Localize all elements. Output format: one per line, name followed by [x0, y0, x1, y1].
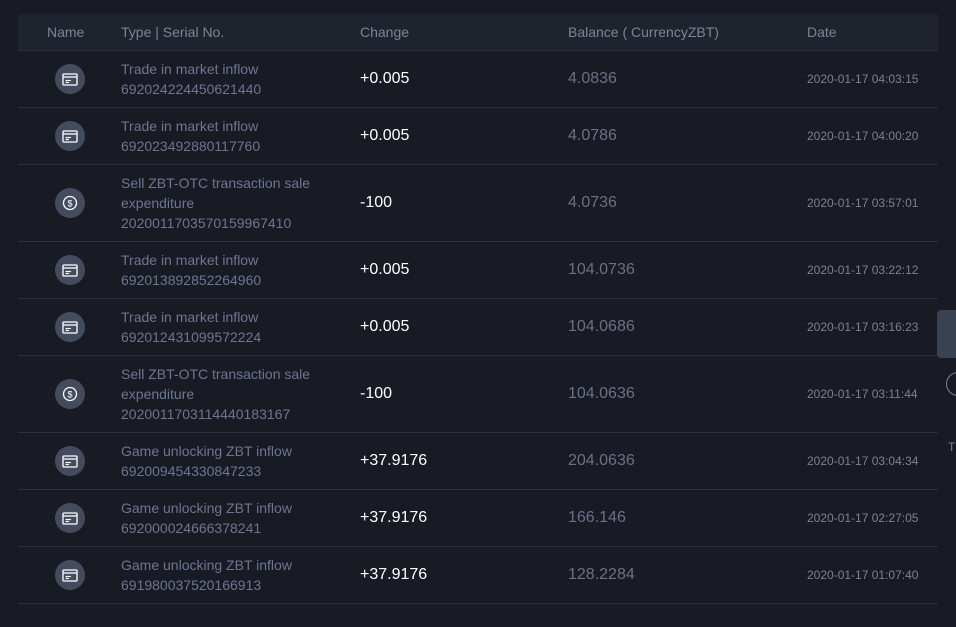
table-body: Trade in market inflow 692024224450621440…	[18, 51, 938, 604]
row-icon-cell	[18, 446, 121, 476]
row-serial: 692023492880117760	[121, 138, 261, 154]
card-icon	[54, 560, 85, 590]
row-type-label: Game unlocking ZBT inflow	[121, 500, 292, 516]
header-date: Date	[807, 24, 837, 40]
row-type-label: Trade in market inflow	[121, 309, 259, 325]
side-label: T	[948, 440, 956, 454]
row-type-cell: Game unlocking ZBT inflow 691980037520166…	[121, 555, 360, 595]
row-type-label: Trade in market inflow	[121, 61, 259, 77]
row-type-cell: Game unlocking ZBT inflow 692000024666378…	[121, 498, 360, 538]
row-change: +0.005	[360, 318, 410, 335]
row-serial: 692009454330847233	[121, 463, 262, 479]
row-icon-cell	[18, 503, 121, 533]
table-row: Trade in market inflow 692012431099572224…	[18, 299, 938, 356]
table-header: Name Type | Serial No. Change Balance ( …	[18, 14, 938, 51]
row-type-cell: Trade in market inflow 692023492880117760	[121, 116, 360, 156]
row-icon-cell	[18, 255, 121, 285]
row-balance: 4.0736	[568, 194, 617, 211]
table-row: Trade in market inflow 692023492880117760…	[18, 108, 938, 165]
row-date: 2020-01-17 03:22:12	[807, 263, 919, 277]
row-serial: 691980037520166913	[121, 577, 262, 593]
coin-icon: $	[54, 379, 85, 409]
row-icon-cell	[18, 64, 121, 94]
row-change: -100	[360, 385, 393, 402]
row-icon-cell: $	[18, 379, 121, 409]
card-icon	[54, 64, 85, 94]
header-balance: Balance ( CurrencyZBT)	[568, 24, 719, 40]
svg-text:$: $	[67, 389, 72, 399]
row-type-cell: Trade in market inflow 692024224450621440	[121, 59, 360, 99]
row-serial: 692012431099572224	[121, 329, 262, 345]
side-circle-icon[interactable]	[946, 372, 956, 396]
row-change: +37.9176	[360, 566, 428, 583]
row-change: +0.005	[360, 70, 410, 87]
row-serial: 202001170357015996741​0	[121, 215, 292, 231]
table-row: Game unlocking ZBT inflow 692000024666378…	[18, 490, 938, 547]
header-name: Name	[47, 24, 85, 40]
header-change: Change	[360, 24, 410, 40]
row-date: 2020-01-17 03:11:44	[807, 387, 918, 401]
table-row: Game unlocking ZBT inflow 691980037520166…	[18, 547, 938, 604]
row-type-label-cont: expenditure	[121, 386, 195, 402]
table-row: Game unlocking ZBT inflow 692009454330847…	[18, 433, 938, 490]
row-type-label: Sell ZBT-OTC transaction sale	[121, 175, 311, 191]
row-icon-cell	[18, 560, 121, 590]
row-serial: 692013892852264960	[121, 272, 262, 288]
row-type-label: Sell ZBT-OTC transaction sale	[121, 366, 311, 382]
row-balance: 128.2284	[568, 566, 635, 583]
row-change: +37.9176	[360, 509, 428, 526]
row-date: 2020-01-17 03:04:34	[807, 454, 919, 468]
table-row: Trade in market inflow 692024224450621440…	[18, 51, 938, 108]
side-float-button[interactable]	[937, 310, 956, 358]
coin-icon: $	[54, 188, 85, 218]
row-balance: 104.0636	[568, 385, 635, 402]
card-icon	[54, 446, 85, 476]
row-date: 2020-01-17 04:00:20	[807, 129, 919, 143]
card-icon	[54, 121, 85, 151]
svg-text:$: $	[67, 198, 72, 208]
card-icon	[54, 255, 85, 285]
row-type-label-cont: expenditure	[121, 195, 195, 211]
row-serial: 692000024666378241	[121, 520, 262, 536]
card-icon	[54, 503, 85, 533]
row-balance: 4.0786	[568, 127, 617, 144]
row-type-label: Trade in market inflow	[121, 252, 259, 268]
row-type-cell: Trade in market inflow 692012431099572224	[121, 307, 360, 347]
row-icon-cell: $	[18, 188, 121, 218]
table-row: Trade in market inflow 692013892852264960…	[18, 242, 938, 299]
row-date: 2020-01-17 01:07:40	[807, 568, 919, 582]
row-change: +0.005	[360, 261, 410, 278]
table-row: $ Sell ZBT-OTC transaction sale expenditur…	[18, 356, 938, 433]
row-change: +0.005	[360, 127, 410, 144]
row-type-label: Game unlocking ZBT inflow	[121, 557, 292, 573]
transaction-table: Name Type | Serial No. Change Balance ( …	[18, 14, 938, 604]
row-icon-cell	[18, 312, 121, 342]
row-balance: 104.0686	[568, 318, 635, 335]
row-date: 2020-01-17 03:57:01	[807, 196, 919, 210]
card-icon	[54, 312, 85, 342]
row-type-cell: Trade in market inflow 692013892852264960	[121, 250, 360, 290]
row-change: -100	[360, 194, 393, 211]
header-type: Type | Serial No.	[121, 24, 225, 40]
row-change: +37.9176	[360, 452, 428, 469]
row-type-cell: Sell ZBT-OTC transaction sale expenditure…	[121, 173, 360, 233]
row-type-cell: Game unlocking ZBT inflow 692009454330847…	[121, 441, 360, 481]
table-row: $ Sell ZBT-OTC transaction sale expenditur…	[18, 165, 938, 242]
row-date: 2020-01-17 03:16:23	[807, 320, 919, 334]
row-serial: 692024224450621440	[121, 81, 262, 97]
row-icon-cell	[18, 121, 121, 151]
page: Name Type | Serial No. Change Balance ( …	[0, 0, 956, 627]
row-balance: 4.0836	[568, 70, 617, 87]
row-balance: 204.0636	[568, 452, 635, 469]
row-type-label: Trade in market inflow	[121, 118, 259, 134]
row-type-cell: Sell ZBT-OTC transaction sale expenditure…	[121, 364, 360, 424]
row-date: 2020-01-17 04:03:15	[807, 72, 919, 86]
row-type-label: Game unlocking ZBT inflow	[121, 443, 292, 459]
row-serial: 20200117031144401​83167	[121, 406, 291, 422]
row-balance: 166.146	[568, 509, 626, 526]
row-date: 2020-01-17 02:27:05	[807, 511, 919, 525]
row-balance: 104.0736	[568, 261, 635, 278]
